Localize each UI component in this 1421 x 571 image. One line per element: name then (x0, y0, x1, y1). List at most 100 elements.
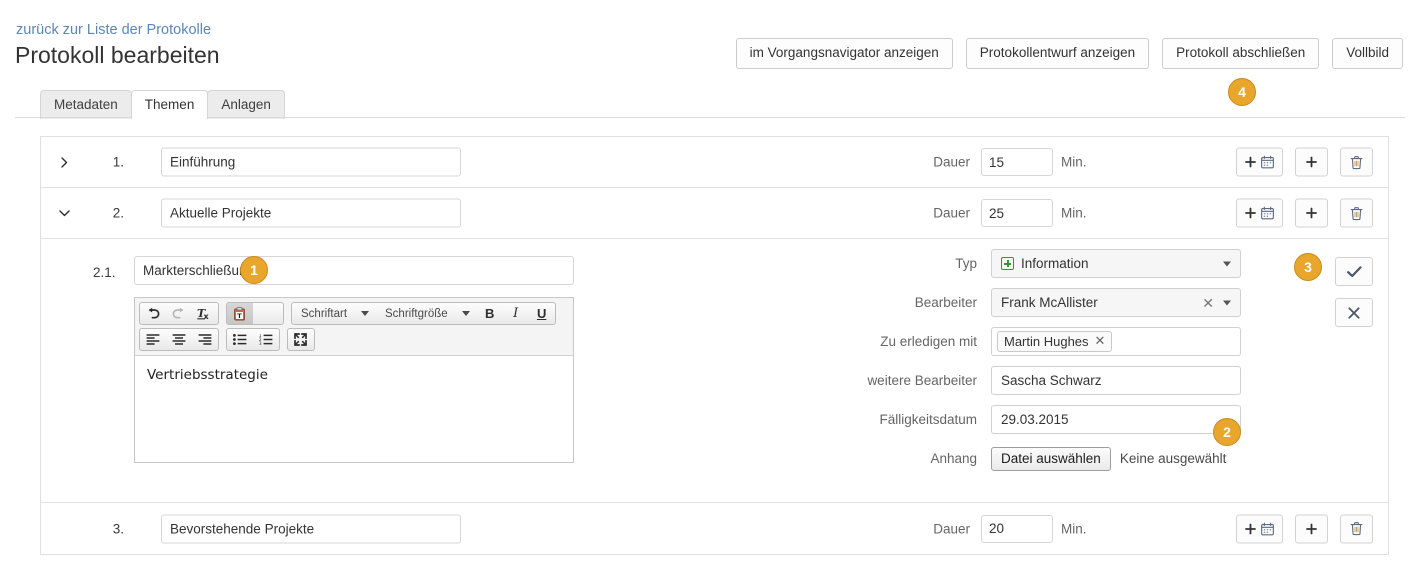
chevron-down-icon (1223, 261, 1231, 266)
topic-title-input[interactable] (161, 514, 461, 543)
editor-toolbar-row-1: Tx T Schriftart Schriftgröße B I U (139, 302, 569, 325)
bearbeiter-value: Frank McAllister (1001, 295, 1098, 310)
annotation-badge-1: 1 (240, 256, 268, 284)
duration-input[interactable] (981, 148, 1053, 176)
show-minutes-draft-button[interactable]: Protokollentwurf anzeigen (965, 38, 1150, 69)
zu-erledigen-mit-label: Zu erledigen mit (880, 334, 977, 349)
trash-button[interactable] (1340, 147, 1373, 177)
row-action-group (1236, 514, 1373, 543)
anhang-label: Anhang (930, 451, 977, 466)
align-right-icon[interactable] (192, 329, 218, 350)
topic-number: 2. (112, 205, 124, 221)
editor-paste-group: T (226, 302, 284, 325)
field-faelligkeitsdatum: Fälligkeitsdatum (801, 405, 1361, 434)
weitere-bearbeiter-label: weitere Bearbeiter (867, 373, 977, 388)
cancel-button[interactable] (1335, 298, 1373, 327)
add-with-date-button[interactable] (1236, 514, 1283, 543)
tab-divider (15, 117, 1405, 118)
duration-input[interactable] (981, 514, 1053, 543)
svg-text:3: 3 (259, 341, 262, 345)
underline-button[interactable]: U (529, 303, 555, 324)
maximize-icon[interactable] (288, 329, 314, 350)
add-with-date-button[interactable] (1236, 147, 1283, 177)
faelligkeitsdatum-label: Fälligkeitsdatum (879, 412, 977, 427)
add-button[interactable] (1295, 514, 1328, 543)
chevron-down-icon (461, 311, 470, 316)
show-in-process-navigator-button[interactable]: im Vorgangsnavigator anzeigen (735, 38, 953, 69)
align-left-icon[interactable] (140, 329, 166, 350)
bold-button[interactable]: B (477, 303, 503, 324)
remove-format-icon[interactable]: Tx (192, 303, 218, 324)
faelligkeitsdatum-input[interactable] (991, 405, 1241, 434)
editor-maximize-group (287, 328, 315, 351)
subtopic-detail-form: Typ Information Bearbeiter Frank McAllis… (801, 249, 1361, 483)
topic-list: 1. Dauer Min. 2. (40, 136, 1389, 555)
duration-label: Dauer (933, 205, 970, 221)
annotation-badge-3: 3 (1294, 253, 1322, 281)
trash-button[interactable] (1340, 198, 1373, 228)
chevron-down-icon[interactable] (57, 206, 71, 220)
page-header: zurück zur Liste der Protokolle Protokol… (0, 0, 1421, 86)
duration-input[interactable] (981, 199, 1053, 227)
bearbeiter-label: Bearbeiter (914, 295, 977, 310)
green-plus-icon (1001, 257, 1014, 270)
bullet-list-icon[interactable] (227, 329, 253, 350)
editor-font-group: Schriftart Schriftgröße B I U (291, 302, 556, 325)
font-family-select[interactable]: Schriftart (292, 303, 376, 324)
align-center-icon[interactable] (166, 329, 192, 350)
add-button[interactable] (1295, 147, 1328, 177)
italic-button[interactable]: I (503, 303, 529, 324)
rich-text-editor: Tx T Schriftart Schriftgröße B I U 1 2 3… (134, 297, 574, 463)
field-zu-erledigen-mit: Zu erledigen mit Martin Hughes ✕ (801, 327, 1361, 356)
back-to-list-link[interactable]: zurück zur Liste der Protokolle (16, 21, 211, 39)
editor-content[interactable]: Vertriebsstrategie (135, 356, 573, 462)
numbered-list-icon[interactable]: 123 (253, 329, 279, 350)
confirm-button[interactable] (1335, 257, 1373, 286)
redo-icon[interactable] (166, 303, 192, 324)
add-with-date-button[interactable] (1236, 198, 1283, 228)
editor-align-group (139, 328, 219, 351)
finish-minutes-button[interactable]: Protokoll abschließen (1162, 38, 1320, 69)
annotation-badge-2: 2 (1213, 418, 1241, 446)
duration-unit-label: Min. (1061, 205, 1087, 221)
topic-number: 1. (112, 154, 124, 170)
subtopic-title-input[interactable] (134, 256, 574, 285)
field-anhang: Anhang Datei auswählen Keine ausgewählt (801, 444, 1361, 473)
font-size-select[interactable]: Schriftgröße (376, 303, 477, 324)
add-button[interactable] (1295, 198, 1328, 228)
bearbeiter-select[interactable]: Frank McAllister ✕ (991, 288, 1241, 317)
typ-label: Typ (955, 256, 977, 271)
trash-button[interactable] (1340, 514, 1373, 543)
chevron-right-icon[interactable] (57, 155, 71, 169)
editor-list-group: 123 (226, 328, 280, 351)
editor-toolbar-row-2: 123 (139, 328, 569, 351)
field-typ: Typ Information (801, 249, 1361, 278)
page-root: zurück zur Liste der Protokolle Protokol… (0, 0, 1421, 571)
remove-tag-icon[interactable]: ✕ (1095, 333, 1106, 349)
annotation-badge-4: 4 (1228, 78, 1256, 106)
tab-themen[interactable]: Themen (130, 90, 209, 119)
paste-as-text-icon[interactable]: T (227, 303, 253, 324)
duration-unit-label: Min. (1061, 521, 1087, 536)
topic-title-input[interactable] (161, 147, 461, 177)
zu-erledigen-mit-input[interactable]: Martin Hughes ✕ (991, 327, 1241, 356)
svg-text:x: x (203, 312, 209, 321)
topic-number: 3. (112, 521, 124, 536)
header-button-group: im Vorgangsnavigator anzeigen Protokolle… (735, 38, 1403, 69)
chevron-down-icon (361, 311, 370, 316)
person-tag: Martin Hughes ✕ (997, 331, 1113, 352)
tab-metadaten[interactable]: Metadaten (40, 90, 132, 119)
tab-anlagen[interactable]: Anlagen (207, 90, 285, 119)
topic-title-input[interactable] (161, 198, 461, 228)
svg-text:T: T (237, 312, 242, 320)
table-row: 1. Dauer Min. (41, 137, 1388, 188)
fullscreen-button[interactable]: Vollbild (1332, 38, 1403, 69)
chevron-down-icon (1223, 300, 1231, 305)
choose-file-button[interactable]: Datei auswählen (991, 446, 1111, 471)
undo-icon[interactable] (140, 303, 166, 324)
clear-icon[interactable]: ✕ (1202, 296, 1214, 310)
typ-select[interactable]: Information (991, 249, 1241, 278)
subtopic-number: 2.1. (93, 265, 116, 280)
editor-toolbar: Tx T Schriftart Schriftgröße B I U 1 2 3 (135, 298, 573, 356)
weitere-bearbeiter-input[interactable] (991, 366, 1241, 395)
